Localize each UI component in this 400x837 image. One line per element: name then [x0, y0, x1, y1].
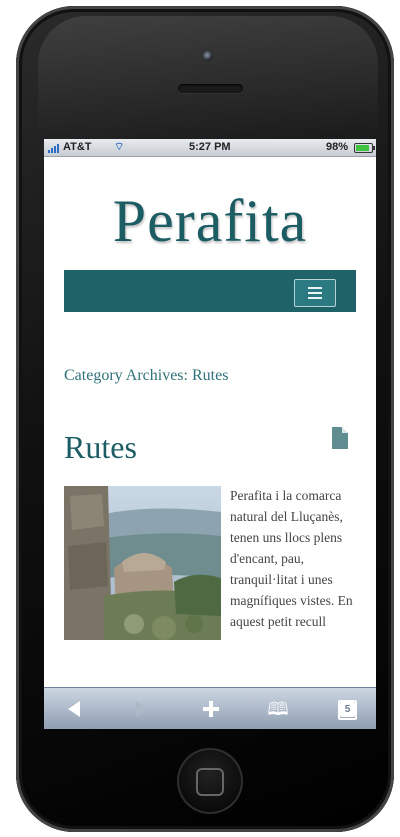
browser-toolbar: 🕮 5 — [44, 687, 376, 729]
battery-level — [356, 145, 369, 151]
carrier-label: AT&T — [63, 141, 92, 153]
back-arrow-icon — [68, 701, 80, 717]
home-button-icon — [196, 768, 224, 796]
document-icon[interactable] — [332, 427, 348, 449]
archive-title: Category Archives: Rutes — [64, 367, 229, 384]
post-title[interactable]: Rutes — [64, 429, 137, 466]
navigation-bar — [64, 270, 356, 312]
pages-button[interactable]: 5 — [324, 688, 364, 729]
phone-gloss — [38, 16, 378, 136]
bookmarks-icon: 🕮 — [267, 699, 289, 719]
forward-arrow-icon — [136, 701, 148, 717]
wifi-icon: ⌔ — [114, 141, 125, 153]
bookmarks-button[interactable]: 🕮 — [258, 688, 298, 729]
add-button[interactable] — [190, 688, 230, 729]
web-page: Perafita Category Archives: Rutes Rutes — [44, 157, 376, 687]
phone-screen: AT&T ⌔ 5:27 PM 98% Perafita Category Arc… — [44, 139, 376, 729]
site-title[interactable]: Perafita — [44, 187, 376, 256]
menu-toggle-button[interactable] — [294, 279, 336, 307]
post-excerpt: Perafita i la comarca natural del Lluçan… — [64, 485, 364, 641]
earpiece-speaker — [178, 84, 243, 93]
front-camera — [203, 51, 213, 61]
pages-count: 5 — [340, 702, 355, 717]
battery-percentage: 98% — [326, 141, 349, 153]
clock: 5:27 PM — [189, 141, 231, 153]
back-button[interactable] — [54, 688, 94, 729]
forward-button[interactable] — [120, 688, 160, 729]
post-excerpt-text: Perafita i la comarca natural del Lluçan… — [230, 488, 353, 629]
signal-icon — [48, 144, 62, 153]
battery-icon — [354, 143, 375, 153]
status-bar: AT&T ⌔ 5:27 PM 98% — [44, 139, 376, 157]
